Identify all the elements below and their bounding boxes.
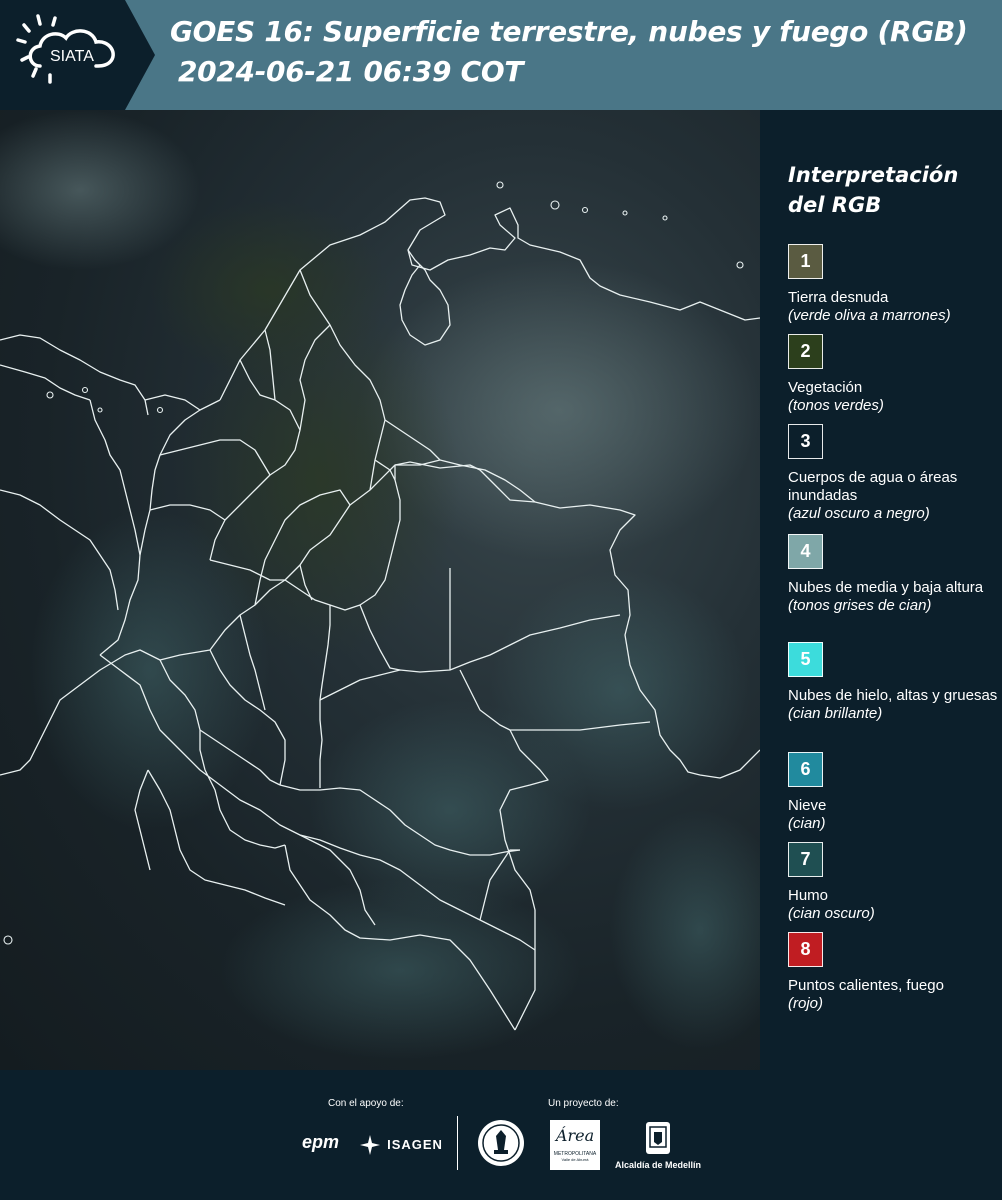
support-label: Con el apoyo de: [328,1098,404,1109]
legend-name-6: Nieve [788,797,827,814]
legend-swatch-8: 8 [788,932,823,967]
coat-of-arms-icon [646,1122,670,1154]
legend-swatch-2: 2 [788,334,823,369]
seal-icon [478,1120,524,1166]
area-metropolitana-logo[interactable]: Área METROPOLITANA Valle de Aburrá [550,1120,600,1170]
legend-name-5: Nubes de hielo, altas y gruesas [788,687,998,704]
legend-name-1: Tierra desnuda [788,289,889,306]
legend-name-7: Humo [788,887,829,904]
isagen-mark-icon [360,1134,380,1155]
isagen-logo[interactable]: ISAGEN [360,1134,443,1155]
map-imagery [0,110,760,1060]
alcaldia-logo[interactable]: Alcaldía de Medellín [612,1120,704,1170]
legend-swatch-4: 4 [788,534,823,569]
legend: Interpretación del RGB 1 Tierra desnuda … [788,160,998,1012]
legend-swatch-3: 3 [788,424,823,459]
logo-panel: SIATA [0,0,155,110]
legend-item-3: 3 Cuerpos de agua o áreas inundadas (azu… [788,424,998,523]
epm-logo[interactable]: epm [302,1132,339,1153]
page-title: GOES 16: Superficie terrestre, nubes y f… [170,15,968,48]
legend-item-7: 7 Humo (cian oscuro) [788,842,998,923]
siata-logo[interactable]: SIATA [0,0,125,110]
legend-title: Interpretación del RGB [788,163,959,217]
legend-swatch-7: 7 [788,842,823,877]
header: SIATA GOES 16: Superficie terrestre, nub… [0,0,1002,110]
legend-name-8: Puntos calientes, fuego [788,977,944,994]
legend-swatch-1: 1 [788,244,823,279]
legend-desc-1: (verde oliva a marrones) [788,307,951,324]
legend-item-4: 4 Nubes de media y baja altura (tonos gr… [788,534,998,615]
legend-name-3: Cuerpos de agua o áreas inundadas [788,469,958,504]
satellite-map[interactable] [0,110,760,1070]
legend-desc-8: (rojo) [788,995,824,1012]
legend-desc-3: (azul oscuro a negro) [788,505,930,522]
legend-item-2: 2 Vegetación (tonos verdes) [788,334,998,415]
legend-desc-2: (tonos verdes) [788,397,884,414]
legend-item-1: 1 Tierra desnuda (verde oliva a marrones… [788,244,998,325]
legend-desc-4: (tonos grises de cian) [788,597,932,614]
legend-name-4: Nubes de media y baja altura [788,579,984,596]
page-timestamp: 2024-06-21 06:39 COT [178,55,524,88]
legend-swatch-6: 6 [788,752,823,787]
legend-item-5: 5 Nubes de hielo, altas y gruesas (cian … [788,642,998,723]
legend-name-2: Vegetación [788,379,863,396]
legend-desc-6: (cian) [788,815,826,832]
legend-desc-5: (cian brillante) [788,705,883,722]
map-edge [760,110,775,1070]
project-label: Un proyecto de: [548,1098,619,1109]
footer-divider [457,1116,458,1170]
legend-item-6: 6 Nieve (cian) [788,752,998,833]
university-seal-logo[interactable] [476,1118,526,1172]
legend-item-8: 8 Puntos calientes, fuego (rojo) [788,932,998,1013]
legend-swatch-5: 5 [788,642,823,677]
footer: Con el apoyo de: Un proyecto de: epm ISA… [0,1070,1002,1200]
svg-text:SIATA: SIATA [50,48,94,65]
legend-desc-7: (cian oscuro) [788,905,875,922]
